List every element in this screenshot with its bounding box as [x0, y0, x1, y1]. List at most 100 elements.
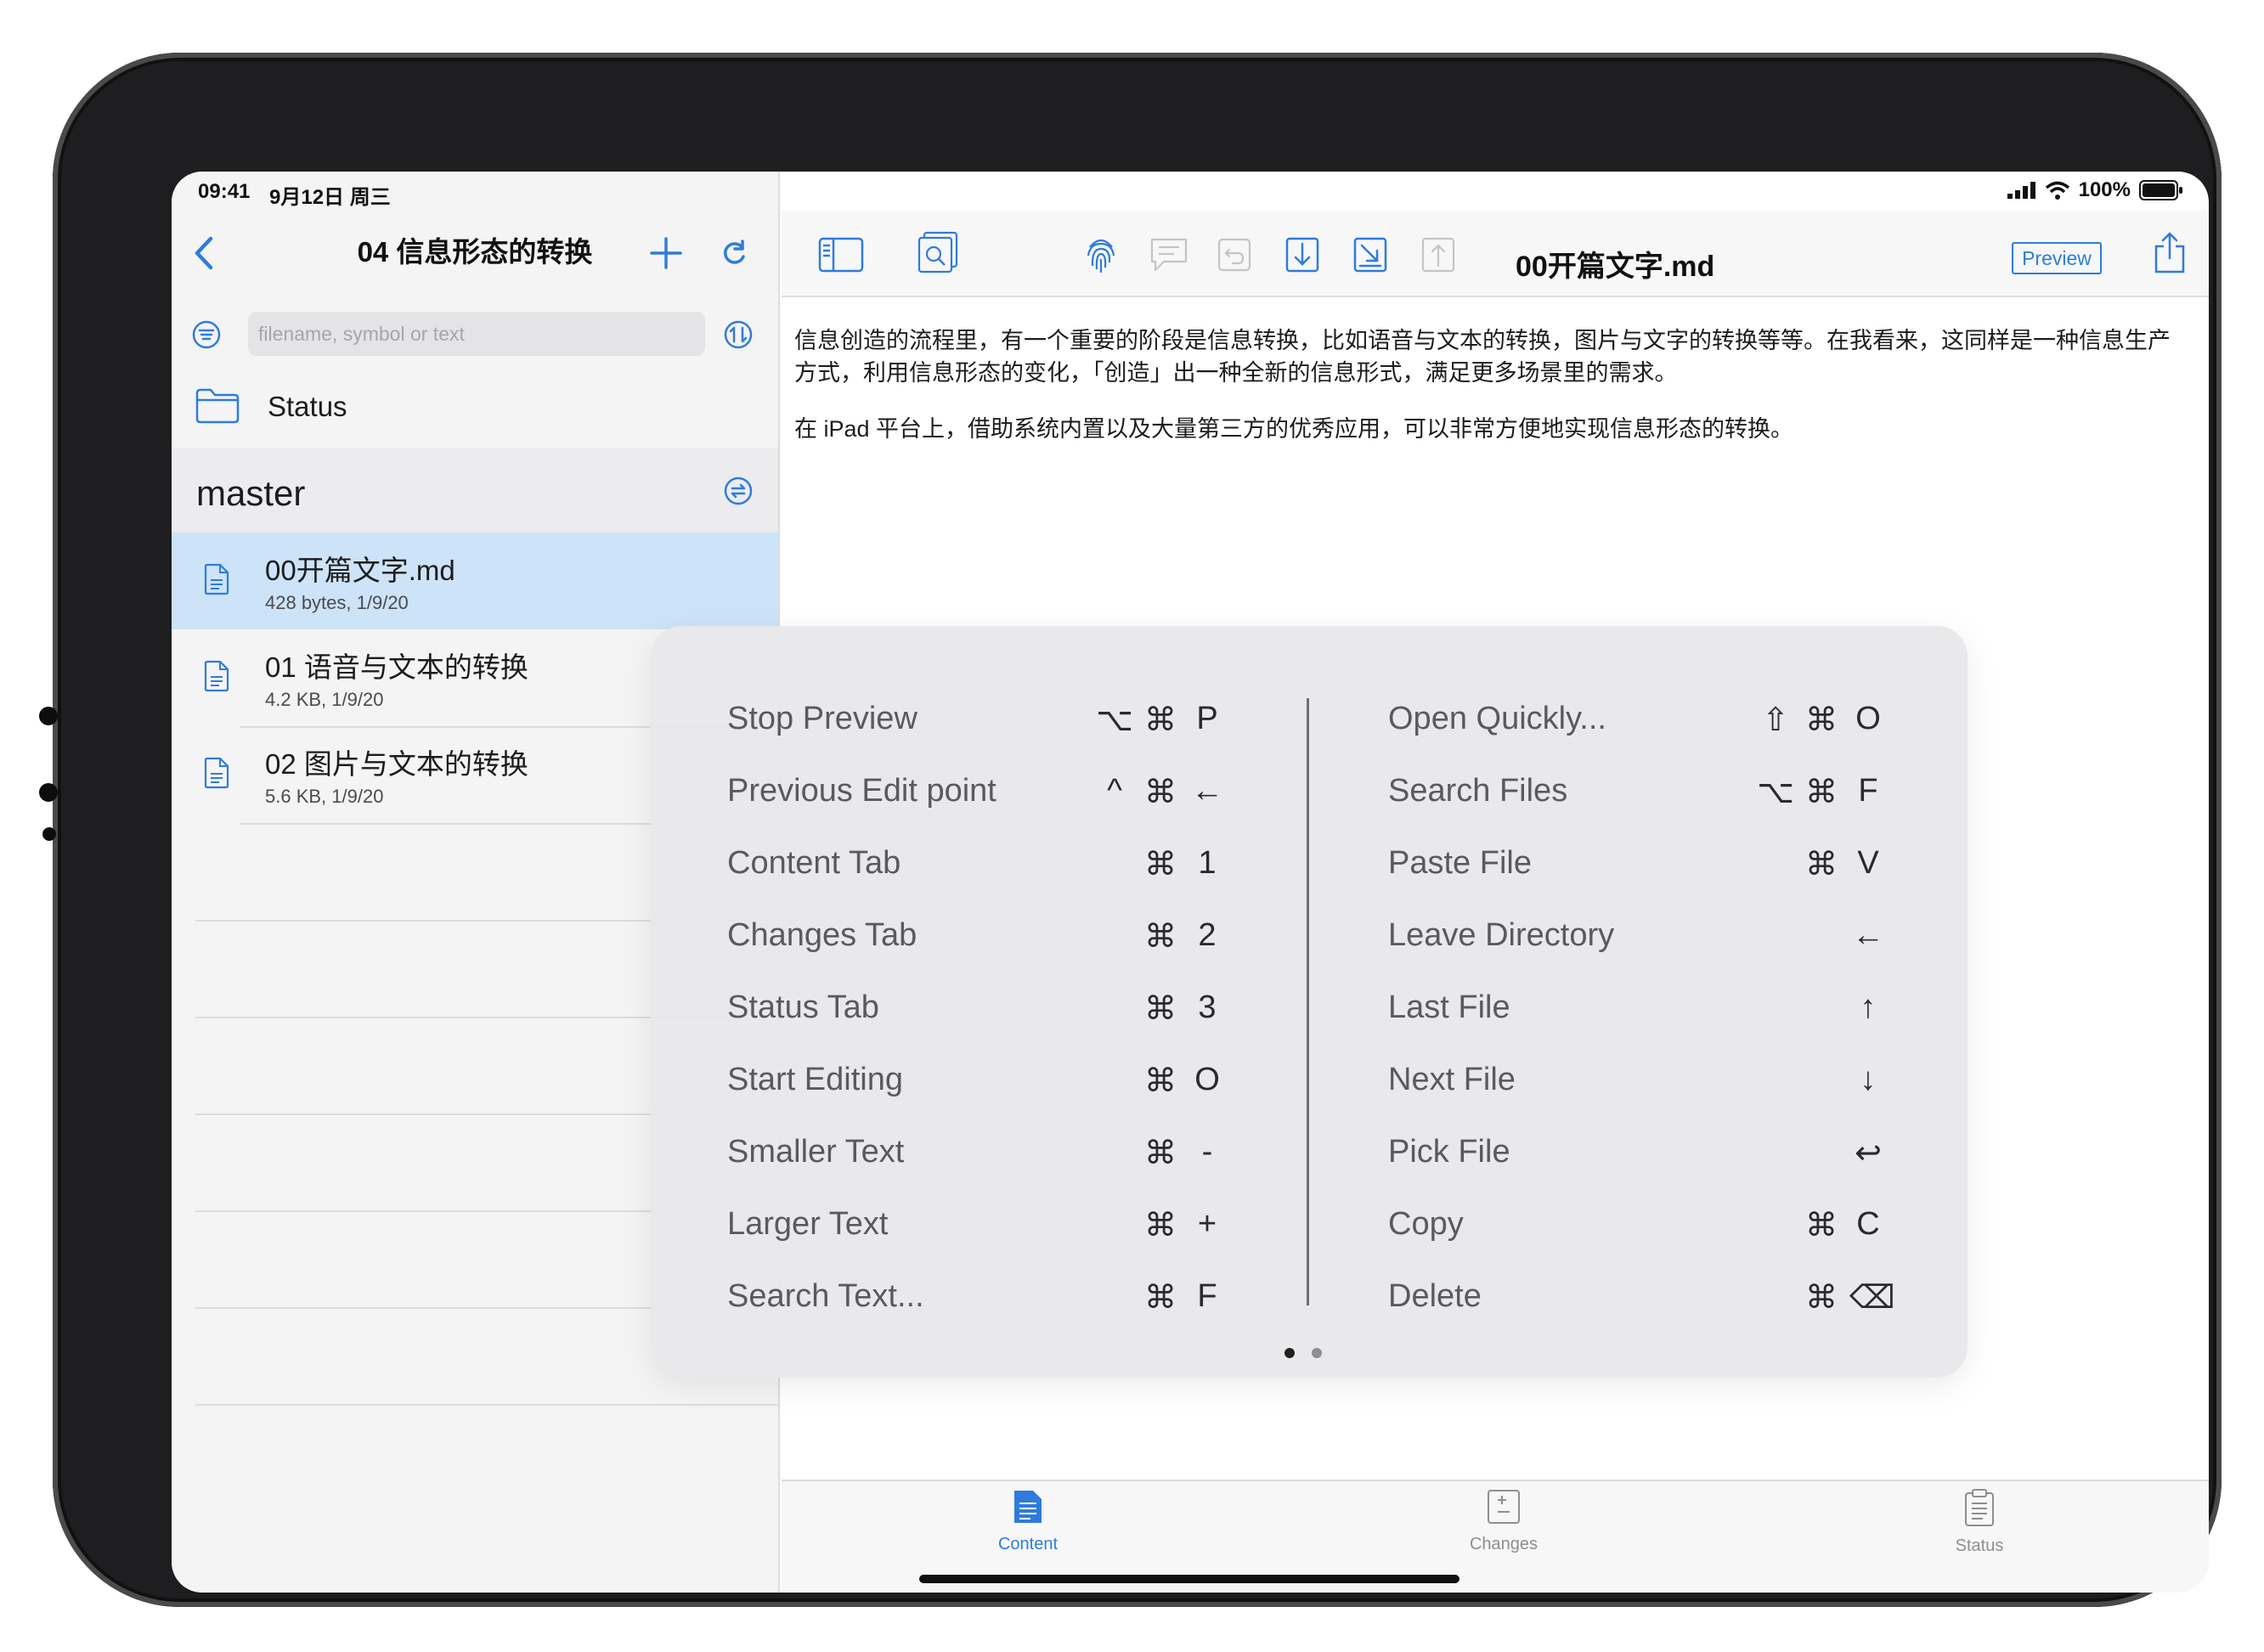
jump-bottom-button[interactable]	[1351, 234, 1390, 275]
share-button[interactable]	[2149, 229, 2190, 277]
shortcut-row: Search Files ⌥ ⌘ F	[1388, 766, 1898, 817]
shortcut-row: Open Quickly... ⇧ ⌘ O	[1388, 694, 1898, 745]
shortcut-row: Pick File ↩	[1388, 1127, 1898, 1178]
home-indicator[interactable]	[919, 1575, 1459, 1583]
shortcut-name: Larger Text	[727, 1206, 889, 1242]
file-name: 02 图片与文本的转换	[265, 748, 528, 780]
shortcut-row: Leave Directory ←	[1388, 911, 1898, 961]
shortcut-key: -	[1201, 1134, 1213, 1170]
document-content[interactable]: 信息创造的流程里，有一个重要的阶段是信息转换，比如语音与文本的转换，图片与文字的…	[794, 324, 2188, 469]
add-file-button[interactable]	[642, 229, 690, 277]
search-input[interactable]	[248, 312, 705, 356]
shortcut-name: Status Tab	[727, 990, 879, 1025]
page-dot-active[interactable]	[1284, 1348, 1295, 1358]
undo-icon	[1217, 238, 1251, 272]
toggle-sidebar-button[interactable]	[816, 233, 867, 277]
tab-content[interactable]: Content	[943, 1488, 1113, 1554]
shortcut-row: Search Text... ⌘ F	[727, 1271, 1237, 1322]
wifi-icon	[2045, 181, 2069, 200]
tab-status[interactable]: Status	[1894, 1488, 2064, 1556]
shortcut-row: Previous Edit point ^ ⌘ ←	[727, 766, 1237, 817]
file-meta: 4.2 KB, 1/9/20	[265, 689, 384, 710]
shortcut-name: Leave Directory	[1388, 917, 1615, 953]
shortcut-key: P	[1196, 701, 1218, 736]
shortcut-modifier: ^	[1107, 773, 1122, 809]
file-meta: 428 bytes, 1/9/20	[265, 592, 409, 613]
shortcut-name: Copy	[1388, 1206, 1464, 1242]
list-item[interactable]: 00开篇文字.md 428 bytes, 1/9/20	[172, 533, 778, 629]
sidebar-nav-bar: 04 信息形态的转换	[172, 211, 778, 296]
shortcut-key: F	[1858, 773, 1878, 809]
sort-button[interactable]	[722, 319, 754, 351]
shortcut-key: C	[1856, 1206, 1880, 1242]
shortcut-name: Previous Edit point	[727, 773, 996, 809]
document-icon	[204, 757, 229, 789]
shortcut-command: ⌘	[1805, 702, 1838, 738]
comment-button	[1147, 233, 1191, 277]
shortcut-name: Smaller Text	[727, 1134, 905, 1170]
sort-icon	[724, 320, 753, 349]
shortcut-command: ⌘	[1805, 1280, 1838, 1316]
paragraph: 信息创造的流程里，有一个重要的阶段是信息转换，比如语音与文本的转换，图片与文字的…	[794, 328, 2171, 386]
shortcut-row: Paste File ⌘ V	[1388, 838, 1898, 889]
shortcut-row: Smaller Text ⌘ -	[727, 1127, 1237, 1178]
page-indicator[interactable]	[1284, 1348, 1322, 1358]
shortcut-command: ⌘	[1805, 847, 1838, 882]
shortcut-command: ⌘	[1144, 1063, 1177, 1099]
shortcut-modifier: ⇧	[1762, 702, 1789, 738]
preview-button[interactable]: Preview	[2012, 242, 2102, 274]
battery-icon	[2139, 180, 2182, 200]
shortcut-key: V	[1857, 845, 1879, 881]
shortcut-modifier: ⌥	[1096, 702, 1133, 738]
tab-label: Status	[1955, 1536, 2004, 1555]
shortcut-name: Stop Preview	[727, 701, 917, 736]
paragraph: 在 iPad 平台上，借助系统内置以及大量第三方的优秀应用，可以非常方便地实现信…	[794, 416, 1794, 442]
shortcut-command: ⌘	[1144, 1280, 1177, 1316]
move-down-button[interactable]	[1283, 234, 1322, 275]
file-name: 00开篇文字.md	[265, 555, 455, 586]
folder-icon	[195, 388, 240, 424]
battery-percent: 100%	[2078, 178, 2131, 201]
undo-button	[1215, 234, 1254, 275]
refresh-button[interactable]	[712, 231, 756, 275]
refresh-icon	[724, 240, 745, 264]
file-name: 01 语音与文本的转换	[265, 651, 528, 683]
shortcut-command: ⌘	[1144, 775, 1177, 810]
document-search-icon	[917, 231, 958, 273]
shortcut-name: Paste File	[1388, 845, 1532, 881]
arrow-down-right-box-icon	[1353, 237, 1387, 273]
sidebar-icon	[818, 237, 864, 273]
fingerprint-button[interactable]	[1081, 233, 1121, 277]
filter-button[interactable]	[190, 319, 223, 351]
tab-label: Changes	[1469, 1535, 1539, 1553]
shortcut-command: ⌘	[1144, 991, 1177, 1027]
document-icon	[204, 563, 229, 595]
shortcut-name: Search Files	[1388, 773, 1568, 809]
shortcut-key: 2	[1198, 917, 1217, 953]
document-title: 00开篇文字.md	[1516, 251, 1715, 283]
shortcut-row: Next File ↓	[1388, 1055, 1898, 1106]
tab-changes[interactable]: Changes	[1419, 1488, 1589, 1554]
keyboard-shortcuts-overlay: Stop Preview ⌥ ⌘ P Previous Edit point ^…	[651, 626, 1968, 1378]
switch-branch-button[interactable]	[722, 475, 754, 507]
shortcut-key: ←	[1191, 773, 1223, 809]
shortcut-key: 1	[1198, 845, 1217, 881]
sync-icon	[724, 476, 753, 505]
status-bar: 09:41 9月12日 周三 100%	[172, 172, 2209, 211]
shortcut-row: Delete ⌘ ⌫	[1388, 1271, 1898, 1322]
shortcut-name: Content Tab	[727, 845, 901, 881]
shortcut-name: Search Text...	[727, 1278, 924, 1314]
shortcut-name: Next File	[1388, 1062, 1516, 1097]
shortcut-key: ↑	[1860, 990, 1877, 1025]
share-icon	[2154, 232, 2185, 273]
editor-toolbar: 00开篇文字.md Preview	[782, 211, 2209, 297]
shortcut-key: O	[1855, 701, 1881, 736]
page-dot[interactable]	[1312, 1348, 1322, 1358]
file-meta: 5.6 KB, 1/9/20	[265, 786, 384, 807]
shortcut-key: 3	[1198, 990, 1217, 1025]
shortcut-row: Stop Preview ⌥ ⌘ P	[727, 694, 1237, 745]
status-folder-row[interactable]: Status	[172, 371, 778, 439]
shortcut-key: F	[1197, 1278, 1217, 1314]
quick-look-button[interactable]	[912, 229, 963, 277]
shortcut-name: Delete	[1388, 1278, 1482, 1314]
